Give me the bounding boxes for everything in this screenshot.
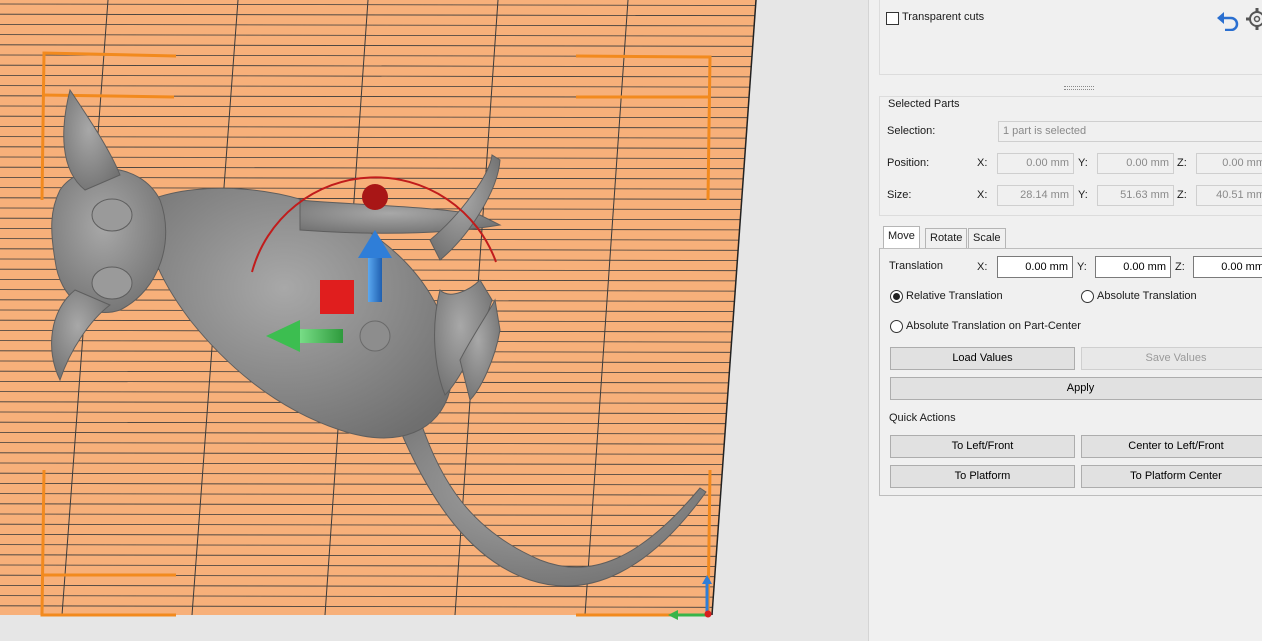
position-x-label: X: xyxy=(977,157,988,169)
move-tab-panel: Translation X: 0.00 mm Y: 0.00 mm Z: 0.0… xyxy=(879,248,1262,496)
absolute-translation-label[interactable]: Absolute Translation xyxy=(1097,290,1197,302)
translation-x-label: X: xyxy=(977,261,988,273)
selected-parts-title: Selected Parts xyxy=(888,98,960,110)
position-label: Position: xyxy=(887,157,930,169)
tab-move[interactable]: Move xyxy=(883,226,920,248)
side-panel: Transparent cuts Selected Parts Selectio… xyxy=(868,0,1262,641)
position-y-label: Y: xyxy=(1078,157,1088,169)
absolute-center-radio[interactable] xyxy=(890,320,903,333)
absolute-translation-radio[interactable] xyxy=(1081,290,1094,303)
translation-z-label: Z: xyxy=(1175,261,1185,273)
rotate-handle xyxy=(362,184,388,210)
position-x-field: 0.00 mm xyxy=(997,153,1074,174)
panel-empty-area xyxy=(879,500,1262,641)
translation-label: Translation xyxy=(889,260,944,272)
gear-icon[interactable] xyxy=(1246,8,1262,30)
undo-arrow-icon[interactable] xyxy=(1216,9,1240,31)
transparent-cuts-label[interactable]: Transparent cuts xyxy=(902,11,984,23)
to-platform-button[interactable]: To Platform xyxy=(890,465,1075,488)
move-plane-handle xyxy=(320,280,354,314)
translation-y-label: Y: xyxy=(1077,261,1087,273)
tab-scale[interactable]: Scale xyxy=(968,228,1006,248)
size-label: Size: xyxy=(887,189,912,201)
translation-x-input[interactable]: 0.00 mm xyxy=(997,256,1073,278)
transparent-cuts-checkbox[interactable] xyxy=(886,12,899,25)
transform-tabs: Move Rotate Scale xyxy=(881,226,1262,250)
relative-translation-radio[interactable] xyxy=(890,290,903,303)
splitter-grip[interactable] xyxy=(1064,86,1094,90)
position-y-field: 0.00 mm xyxy=(1097,153,1174,174)
size-x-field: 28.14 mm xyxy=(997,185,1074,206)
apply-button[interactable]: Apply xyxy=(890,377,1262,400)
load-values-button[interactable]: Load Values xyxy=(890,347,1075,370)
translation-y-input[interactable]: 0.00 mm xyxy=(1095,256,1171,278)
to-left-front-button[interactable]: To Left/Front xyxy=(890,435,1075,458)
quick-actions-title: Quick Actions xyxy=(889,412,956,424)
absolute-center-label[interactable]: Absolute Translation on Part-Center xyxy=(906,320,1081,332)
selection-label: Selection: xyxy=(887,125,936,137)
size-z-label: Z: xyxy=(1177,189,1187,201)
center-to-left-front-button[interactable]: Center to Left/Front xyxy=(1081,435,1262,458)
scene-canvas[interactable] xyxy=(0,0,868,641)
translation-z-input[interactable]: 0.00 mm xyxy=(1193,256,1262,278)
size-y-label: Y: xyxy=(1078,189,1088,201)
size-x-label: X: xyxy=(977,189,988,201)
view-options-group: Transparent cuts xyxy=(879,0,1262,75)
selection-field: 1 part is selected xyxy=(998,121,1262,142)
gizmo-center xyxy=(359,320,391,352)
relative-translation-label[interactable]: Relative Translation xyxy=(906,290,1003,302)
save-values-button[interactable]: Save Values xyxy=(1081,347,1262,370)
position-z-label: Z: xyxy=(1177,157,1187,169)
3d-viewport[interactable] xyxy=(0,0,868,641)
size-y-field: 51.63 mm xyxy=(1097,185,1174,206)
selected-parts-group: Selected Parts Selection: 1 part is sele… xyxy=(879,96,1262,216)
position-z-field: 0.00 mm xyxy=(1196,153,1262,174)
size-z-field: 40.51 mm xyxy=(1196,185,1262,206)
to-platform-center-button[interactable]: To Platform Center xyxy=(1081,465,1262,488)
tab-rotate[interactable]: Rotate xyxy=(925,228,968,248)
